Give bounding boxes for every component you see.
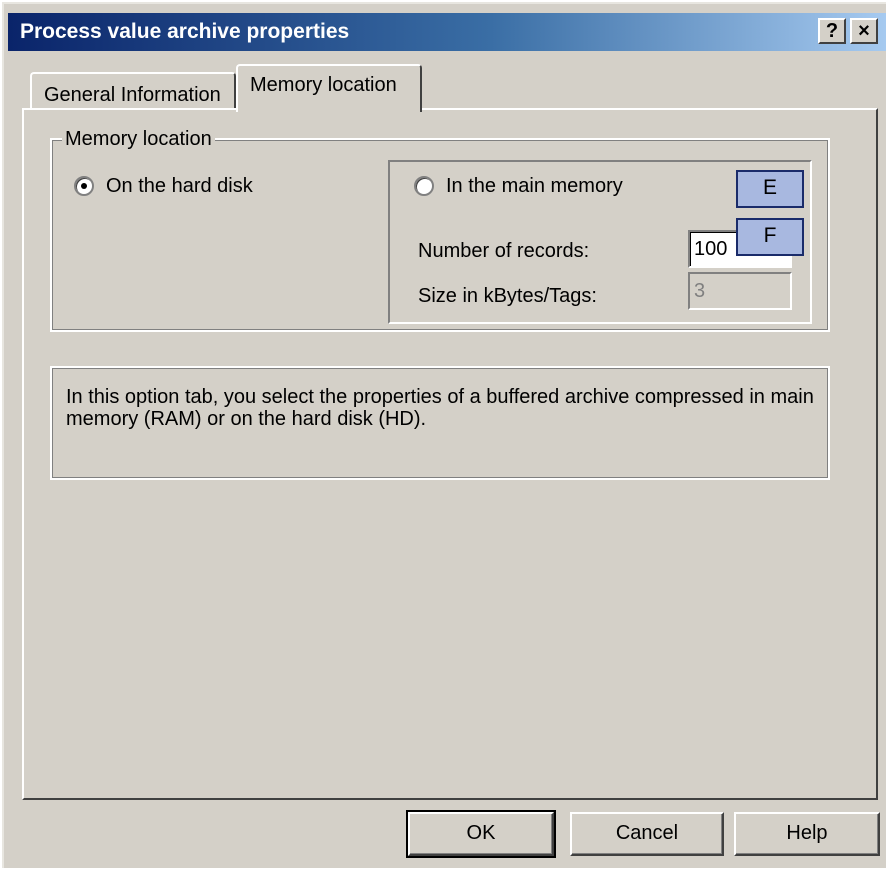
- radio-main-memory-label[interactable]: In the main memory: [446, 175, 623, 198]
- size-input: 3: [688, 272, 792, 310]
- callout-f: F: [736, 218, 804, 256]
- close-icon[interactable]: ×: [850, 18, 878, 44]
- radio-hard-disk-label[interactable]: On the hard disk: [106, 175, 253, 198]
- info-text: In this option tab, you select the prope…: [66, 386, 814, 430]
- cancel-button[interactable]: Cancel: [570, 812, 724, 856]
- radio-main-memory[interactable]: [414, 176, 434, 196]
- size-label: Size in kBytes/Tags:: [418, 285, 597, 307]
- title-bar: Process value archive properties ? ×: [8, 13, 886, 51]
- help-button[interactable]: Help: [734, 812, 880, 856]
- radio-selected-dot: [81, 183, 87, 189]
- tab-general-information[interactable]: General Information: [30, 72, 236, 110]
- help-icon[interactable]: ?: [818, 18, 846, 44]
- records-label: Number of records:: [418, 240, 590, 262]
- callout-e: E: [736, 170, 804, 208]
- ok-button[interactable]: OK: [406, 810, 556, 858]
- window-title: Process value archive properties: [20, 20, 350, 43]
- radio-hard-disk[interactable]: [74, 176, 94, 196]
- tab-memory-location[interactable]: Memory location: [236, 64, 422, 112]
- group-legend: Memory location: [62, 128, 215, 151]
- info-box: In this option tab, you select the prope…: [50, 366, 830, 480]
- tab-label: General Information: [44, 84, 221, 106]
- tab-label: Memory location: [250, 74, 397, 96]
